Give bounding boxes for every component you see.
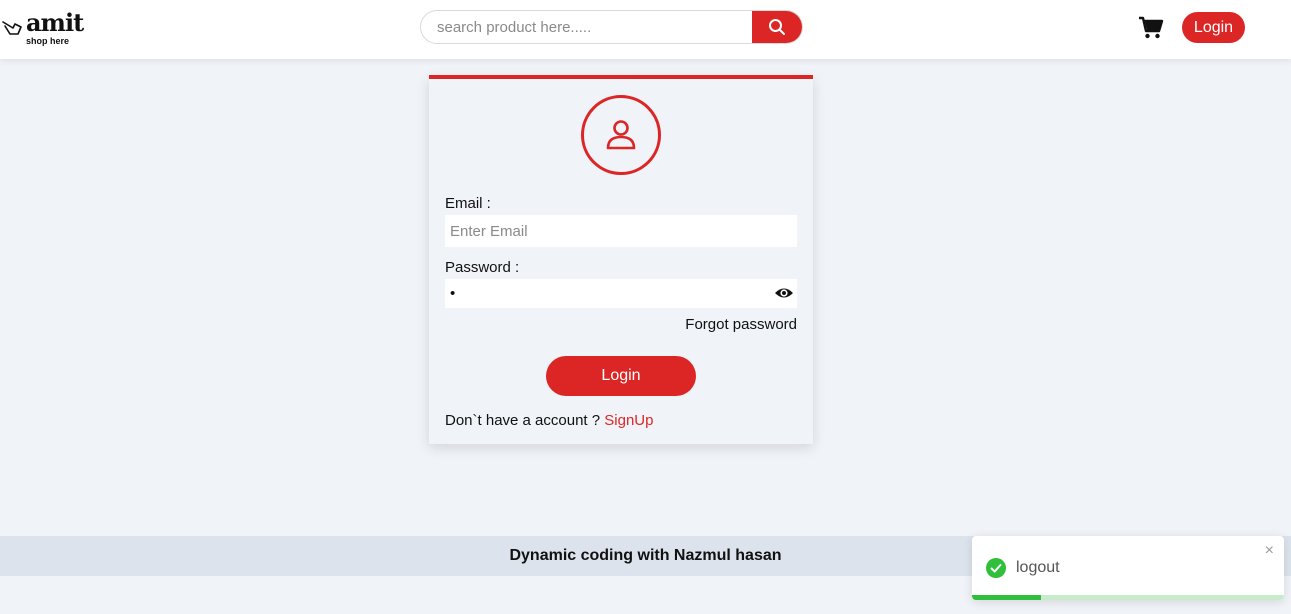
password-field[interactable] xyxy=(445,279,797,308)
user-icon xyxy=(606,120,636,150)
header-login-button[interactable]: Login xyxy=(1182,12,1245,43)
close-icon[interactable]: × xyxy=(1265,542,1274,560)
email-field[interactable] xyxy=(445,215,797,247)
hand-pointer-icon xyxy=(2,21,22,35)
toast-notification: logout × xyxy=(972,536,1284,600)
toast-progress-track xyxy=(972,595,1284,600)
email-label: Email : xyxy=(445,195,491,212)
header: amit shop here Login xyxy=(0,0,1291,59)
footer-text: Dynamic coding with Nazmul hasan xyxy=(509,547,782,564)
toast-progress-bar xyxy=(972,595,1041,600)
search-icon xyxy=(769,19,785,35)
logo[interactable]: amit shop here xyxy=(0,6,95,50)
logo-text: amit xyxy=(26,8,84,37)
search-button[interactable] xyxy=(752,11,802,43)
logo-tagline: shop here xyxy=(26,36,70,46)
login-button[interactable]: Login xyxy=(546,356,696,396)
search-input[interactable] xyxy=(421,11,754,43)
login-card: Email : Password : Forgot password Login… xyxy=(429,75,813,444)
check-circle-icon xyxy=(986,558,1006,578)
signup-link[interactable]: SignUp xyxy=(604,412,653,429)
eye-icon[interactable] xyxy=(774,285,794,301)
toast-message: logout xyxy=(1016,559,1060,576)
forgot-password-link[interactable]: Forgot password xyxy=(685,316,797,333)
cart-icon[interactable] xyxy=(1138,16,1164,40)
search-bar xyxy=(420,10,803,44)
signup-row: Don`t have a account ? SignUp xyxy=(445,412,653,429)
password-label: Password : xyxy=(445,259,520,276)
no-account-text: Don`t have a account ? xyxy=(445,412,601,429)
avatar xyxy=(581,95,661,175)
